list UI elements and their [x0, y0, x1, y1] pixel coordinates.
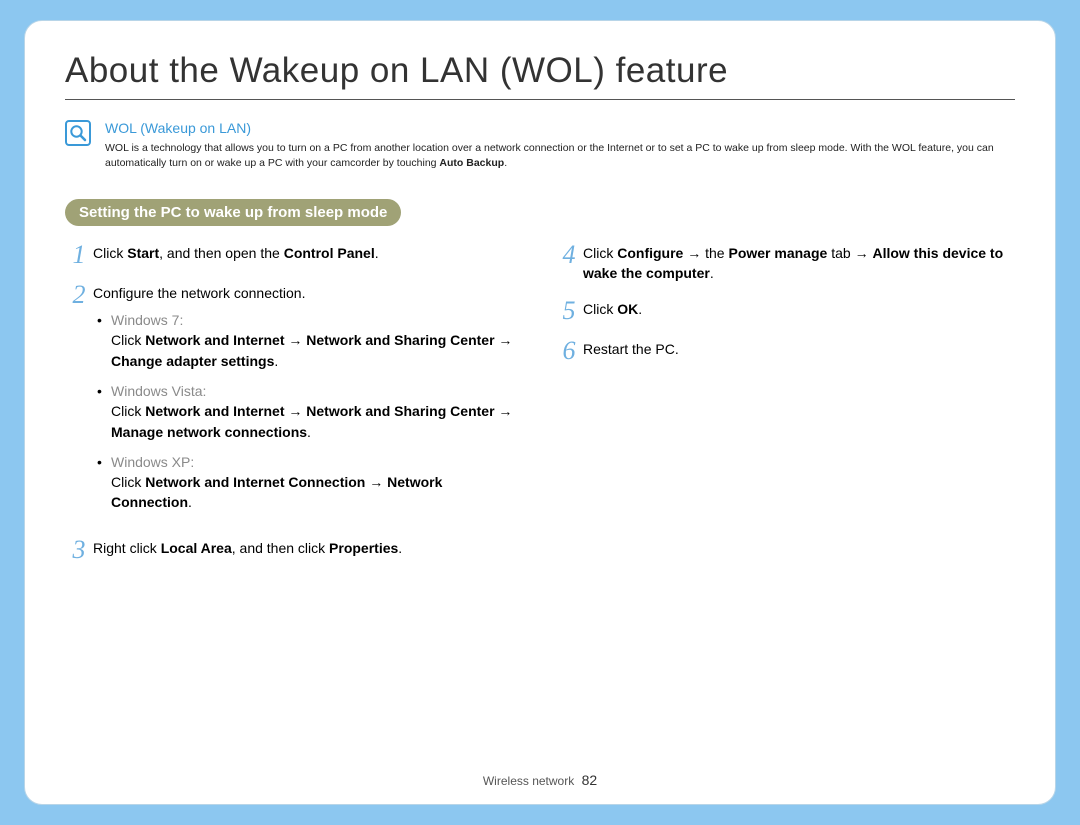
step-5: 5 Click OK. [555, 298, 1015, 324]
list-item: Windows XP: Click Network and Internet C… [93, 452, 525, 513]
info-heading: WOL (Wakeup on LAN) [105, 120, 1015, 136]
steps-columns: 1 Click Start, and then open the Control… [65, 242, 1015, 576]
step-number: 1 [65, 242, 93, 268]
left-column: 1 Click Start, and then open the Control… [65, 242, 525, 576]
list-item: Windows 7: Click Network and Internet → … [93, 310, 525, 371]
step-text: Click Configure → the Power manage tab →… [583, 242, 1015, 283]
page-footer: Wireless network 82 [25, 772, 1055, 788]
step-number: 2 [65, 282, 93, 308]
step-1: 1 Click Start, and then open the Control… [65, 242, 525, 268]
step-text: Click OK. [583, 298, 1015, 320]
magnifier-icon [65, 120, 91, 146]
info-box: WOL (Wakeup on LAN) WOL is a technology … [65, 120, 1015, 171]
step-text: Click Start, and then open the Control P… [93, 242, 525, 264]
step-2: 2 Configure the network connection. Wind… [65, 282, 525, 522]
step-text: Configure the network connection. Window… [93, 282, 525, 522]
os-sublist: Windows 7: Click Network and Internet → … [93, 310, 525, 513]
step-3: 3 Right click Local Area, and then click… [65, 537, 525, 563]
manual-page: About the Wakeup on LAN (WOL) feature WO… [24, 20, 1056, 805]
step-number: 4 [555, 242, 583, 268]
right-column: 4 Click Configure → the Power manage tab… [555, 242, 1015, 576]
page-title: About the Wakeup on LAN (WOL) feature [65, 51, 1015, 100]
step-number: 5 [555, 298, 583, 324]
list-item: Windows Vista: Click Network and Interne… [93, 381, 525, 442]
step-number: 3 [65, 537, 93, 563]
page-number: 82 [582, 772, 598, 788]
step-text: Right click Local Area, and then click P… [93, 537, 525, 559]
step-number: 6 [555, 338, 583, 364]
step-4: 4 Click Configure → the Power manage tab… [555, 242, 1015, 283]
section-heading: Setting the PC to wake up from sleep mod… [65, 199, 401, 226]
step-text: Restart the PC. [583, 338, 1015, 360]
footer-section: Wireless network [483, 774, 574, 788]
step-6: 6 Restart the PC. [555, 338, 1015, 364]
info-description: WOL is a technology that allows you to t… [105, 141, 1015, 171]
